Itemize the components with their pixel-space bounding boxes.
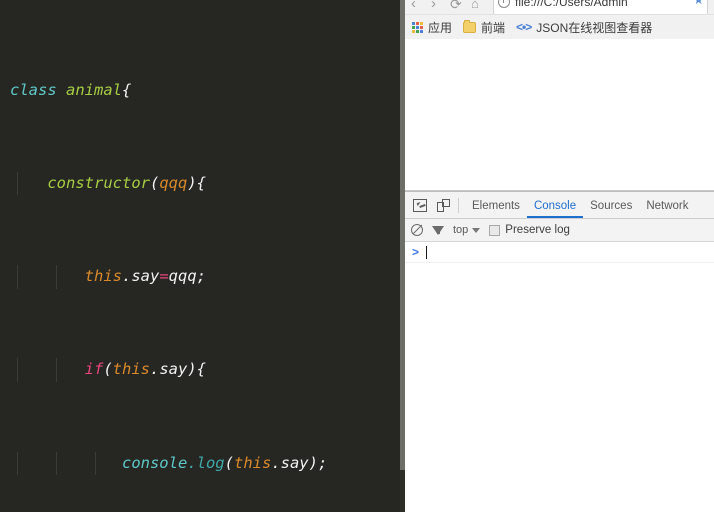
preserve-log-label[interactable]: Preserve log <box>505 224 570 236</box>
token-identifier: qqq <box>168 267 197 286</box>
token-property: .say <box>150 360 188 379</box>
toggle-device-toolbar-button[interactable] <box>432 194 454 216</box>
screen: class animal{ constructor(qqq){ this.say… <box>0 0 714 512</box>
filter-funnel-icon[interactable] <box>432 225 444 235</box>
devtools-tabbar: Elements Console Sources Network <box>405 192 714 219</box>
console-prompt-icon: > <box>412 245 420 259</box>
tab-console[interactable]: Console <box>527 193 583 218</box>
folder-icon <box>463 19 477 33</box>
inspect-element-button[interactable] <box>409 194 431 216</box>
indent-guide <box>17 172 18 196</box>
browser-toolbar: ‹ › ⟳ ⌂ file:///C:/Users/Admin ★ <box>405 0 714 15</box>
token-keyword-if: if <box>84 360 104 379</box>
forward-icon[interactable]: › <box>431 0 436 14</box>
code-content[interactable]: class animal{ constructor(qqq){ this.say… <box>0 9 400 512</box>
indent-guide <box>17 265 18 289</box>
star-icon[interactable]: ★ <box>693 0 704 7</box>
apps-grid-icon <box>412 21 423 33</box>
code-line: console.log(this.say); <box>0 451 400 475</box>
console-prompt-row[interactable]: > <box>405 242 714 263</box>
bookmark-label: 前端 <box>481 20 506 35</box>
bookmarks-bar: 应用 前端 <•> JSON在线视图查看器 <box>405 15 714 40</box>
indent-guide <box>56 451 57 475</box>
indent-guide <box>17 358 18 382</box>
token-this: this <box>112 360 150 379</box>
token-object: console <box>121 453 188 472</box>
console-input-caret[interactable] <box>426 245 428 259</box>
bookmark-label: 应用 <box>428 20 453 35</box>
console-output[interactable]: > <box>405 242 714 512</box>
bookmark-json-viewer[interactable]: <•> JSON在线视图查看器 <box>516 17 658 37</box>
token-property: .say <box>121 267 160 286</box>
divider <box>458 197 459 213</box>
reload-icon[interactable]: ⟳ <box>450 0 462 14</box>
code-line: constructor(qqq){ <box>0 172 400 196</box>
tab-network[interactable]: Network <box>639 193 695 218</box>
address-bar-value: file:///C:/Users/Admin <box>515 0 628 9</box>
token-method-log: .log <box>187 453 225 472</box>
inspect-cursor-icon <box>413 198 427 212</box>
indent-guide <box>56 265 57 289</box>
clear-console-icon[interactable] <box>411 224 423 236</box>
tab-sources[interactable]: Sources <box>583 193 639 218</box>
indent-guide <box>95 451 96 475</box>
code-brackets-icon: <•> <box>516 20 532 34</box>
bookmark-apps[interactable]: 应用 <box>412 17 458 37</box>
code-editor-pane[interactable]: class animal{ constructor(qqq){ this.say… <box>0 0 405 512</box>
console-filter-bar: top Preserve log <box>405 219 714 242</box>
token-property: .say <box>271 453 309 472</box>
indent-guide <box>17 451 18 475</box>
devtools-panel: Elements Console Sources Network top Pre… <box>405 191 714 512</box>
token-keyword: class <box>10 80 57 99</box>
info-circle-icon <box>498 0 510 8</box>
code-line: if(this.say){ <box>0 358 400 382</box>
token-this: this <box>233 453 272 472</box>
preserve-log-checkbox[interactable] <box>489 224 501 236</box>
indent-guide <box>56 358 57 382</box>
code-line: this.say=qqq; <box>0 265 400 289</box>
browser-window: ‹ › ⟳ ⌂ file:///C:/Users/Admin ★ 应用 前端 <… <box>405 0 714 512</box>
bookmark-folder-frontend[interactable]: 前端 <box>463 17 511 37</box>
token-operator: = <box>159 267 169 286</box>
chevron-down-icon[interactable] <box>472 227 481 233</box>
token-method: constructor <box>47 174 150 193</box>
address-bar[interactable]: file:///C:/Users/Admin ★ <box>493 0 708 14</box>
home-icon[interactable]: ⌂ <box>471 0 479 14</box>
token-class-name: animal <box>66 80 123 99</box>
execution-context-select[interactable]: top <box>453 224 468 236</box>
bookmark-label: JSON在线视图查看器 <box>536 20 653 35</box>
token-this: this <box>84 267 122 286</box>
token-param: qqq <box>159 174 188 193</box>
page-viewport[interactable] <box>405 39 714 191</box>
device-toolbar-icon <box>436 198 450 212</box>
back-icon[interactable]: ‹ <box>411 0 416 14</box>
tab-elements[interactable]: Elements <box>465 193 527 218</box>
code-line: class animal{ <box>10 80 132 99</box>
